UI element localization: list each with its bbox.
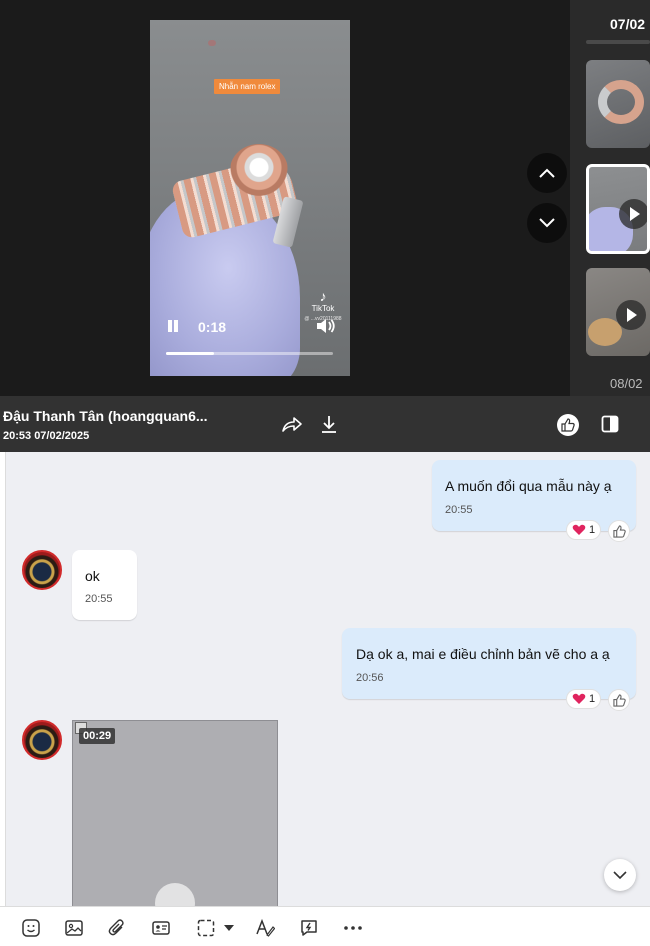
previous-media-button[interactable] (527, 153, 567, 193)
media-info-bar: Đậu Thanh Tân (hoangquan6... 20:53 07/02… (0, 396, 650, 452)
like-button[interactable] (557, 414, 579, 436)
thumbs-up-icon (612, 524, 626, 538)
video-frame-ring-stone (230, 144, 288, 196)
play-icon (616, 300, 646, 330)
media-thumbnail[interactable] (586, 268, 650, 356)
react-like-button[interactable] (608, 689, 630, 711)
video-current-time: 0:18 (198, 319, 227, 335)
message-time: 20:56 (356, 672, 384, 684)
volume-icon[interactable] (316, 318, 336, 334)
video-progress-bar[interactable] (166, 352, 333, 355)
thumbnail-ring-image (598, 80, 644, 124)
message-time: 20:55 (85, 593, 113, 605)
video-message[interactable]: 00:29 (72, 720, 278, 906)
scroll-to-bottom-button[interactable] (604, 859, 636, 891)
image-icon (65, 920, 83, 936)
outgoing-message[interactable]: A muốn đổi qua mẫu này ạ 20:55 (432, 460, 636, 531)
thumbnail-date-header: 07/02 (610, 16, 646, 32)
avatar[interactable] (22, 720, 62, 760)
play-icon (619, 199, 647, 229)
heart-icon (572, 524, 586, 535)
quick-message-button[interactable] (298, 917, 320, 939)
message-text: A muốn đổi qua mẫu này ạ (445, 478, 612, 494)
reaction-count: 1 (589, 524, 596, 536)
video-frame-detail (208, 40, 216, 46)
play-icon[interactable] (155, 883, 195, 906)
reaction-count: 1 (589, 693, 596, 705)
sender-name: Đậu Thanh Tân (hoangquan6... (3, 408, 208, 424)
screenshot-options-button[interactable] (222, 917, 236, 939)
caret-down-icon (224, 925, 234, 931)
reaction-badge[interactable]: 1 (566, 520, 602, 540)
next-media-button[interactable] (527, 203, 567, 243)
contact-card-icon (152, 921, 170, 935)
chevron-up-icon (539, 168, 555, 178)
text-format-icon (256, 918, 275, 937)
message-text: ok (85, 568, 100, 584)
panel-toggle-icon[interactable] (601, 415, 619, 433)
quick-message-icon (301, 920, 317, 936)
screenshot-button[interactable] (195, 917, 217, 939)
share-icon[interactable] (281, 414, 303, 434)
thumbs-up-icon (561, 418, 575, 432)
more-options-button[interactable] (342, 917, 364, 939)
pause-icon[interactable] (166, 318, 180, 334)
video-progress-fill (166, 352, 215, 355)
sticker-button[interactable] (20, 917, 42, 939)
chevron-down-icon (613, 870, 627, 879)
sticker-icon (22, 919, 40, 937)
tiktok-logo-icon: ♪ (319, 288, 327, 304)
paperclip-icon (108, 919, 124, 936)
media-viewer: Nhẫn nam rolex ♪ TikTok @ ...vv20111988 … (0, 0, 650, 396)
react-like-button[interactable] (608, 520, 630, 542)
video-player[interactable]: Nhẫn nam rolex ♪ TikTok @ ...vv20111988 … (150, 20, 350, 376)
tiktok-label: TikTok (311, 304, 335, 313)
media-thumbnail-selected[interactable] (586, 164, 650, 254)
media-thumbnail[interactable] (586, 60, 650, 148)
composer-toolbar (0, 906, 650, 946)
download-icon[interactable] (318, 414, 340, 434)
more-icon (344, 926, 362, 930)
chat-messages: A muốn đổi qua mẫu này ạ 20:55 1 ok 20:5… (6, 452, 650, 906)
video-caption-tag: Nhẫn nam rolex (214, 79, 281, 94)
message-text: Dạ ok a, mai e điều chỉnh bản vẽ cho a ạ (356, 646, 610, 662)
thumbnail-date-header: 08/02 (610, 376, 643, 391)
message-time: 20:55 (445, 504, 473, 516)
text-format-button[interactable] (254, 917, 276, 939)
incoming-message[interactable]: ok 20:55 (72, 550, 137, 620)
heart-icon (572, 693, 586, 704)
video-duration-badge: 00:29 (79, 728, 116, 744)
chevron-down-icon (539, 218, 555, 228)
avatar[interactable] (22, 550, 62, 590)
reaction-badge[interactable]: 1 (566, 689, 602, 709)
send-contact-card-button[interactable] (150, 917, 172, 939)
sent-timestamp: 20:53 07/02/2025 (3, 430, 90, 442)
thumbs-up-icon (612, 693, 626, 707)
screenshot-icon (197, 919, 215, 937)
media-thumbnail-strip: 07/02 08/02 (570, 0, 650, 396)
send-image-button[interactable] (63, 917, 85, 939)
attach-file-button[interactable] (106, 917, 128, 939)
thumbnail-divider (586, 40, 650, 44)
